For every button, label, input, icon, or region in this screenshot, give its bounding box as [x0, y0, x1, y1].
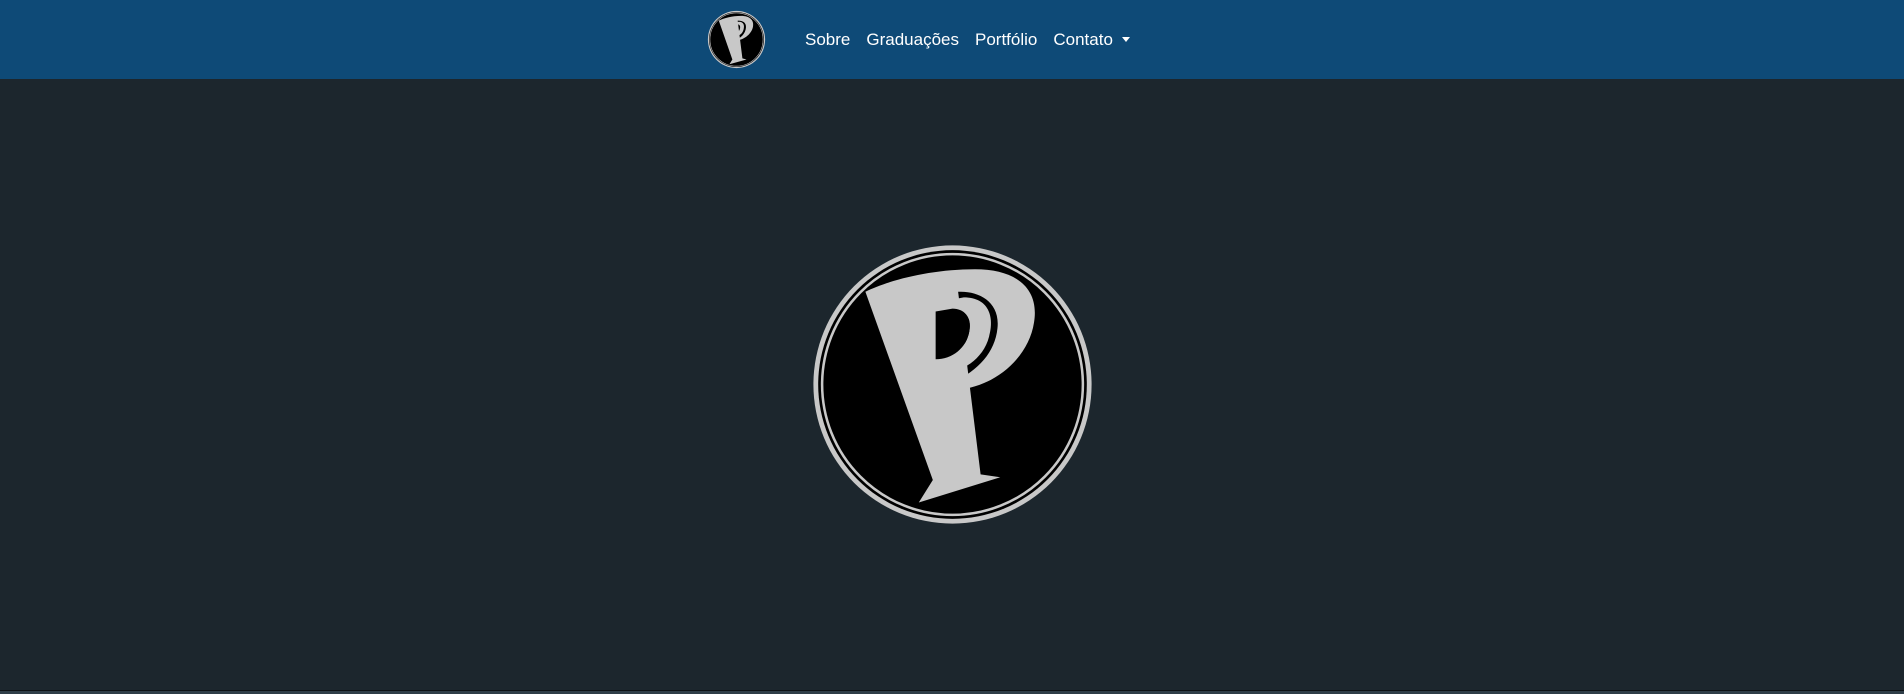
- p-monogram-logo-icon: [707, 10, 766, 69]
- hero-logo: [812, 244, 1093, 525]
- p-monogram-logo-icon: [813, 245, 1092, 524]
- nav-link-sobre[interactable]: Sobre: [805, 31, 850, 48]
- nav-menu: Sobre Graduações Portfólio Contato: [805, 0, 1146, 79]
- bottom-divider: [0, 690, 1904, 694]
- nav-link-graduacoes[interactable]: Graduações: [866, 31, 959, 48]
- navbar-brand-logo[interactable]: [707, 10, 766, 69]
- nav-dropdown-contato[interactable]: Contato: [1053, 31, 1130, 48]
- nav-link-portfolio[interactable]: Portfólio: [975, 31, 1037, 48]
- caret-down-icon: [1121, 37, 1130, 42]
- nav-link-contato-label: Contato: [1053, 30, 1113, 49]
- navbar: Sobre Graduações Portfólio Contato: [0, 0, 1904, 79]
- hero-section: [0, 79, 1904, 690]
